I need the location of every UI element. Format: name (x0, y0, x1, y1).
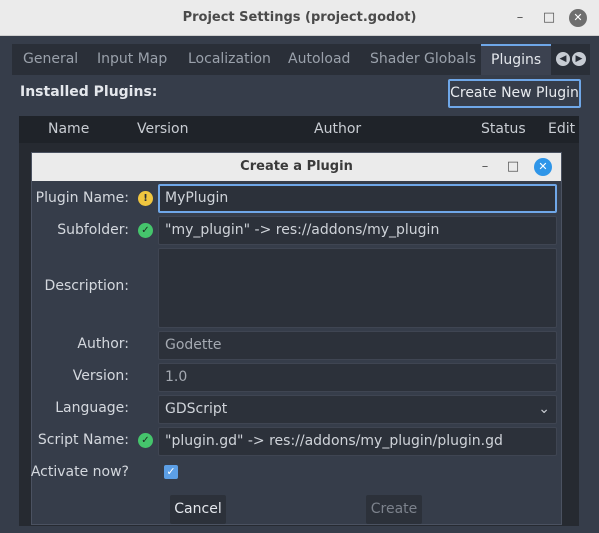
language-label: Language: (55, 400, 129, 416)
tab-shader-globals[interactable]: Shader Globals (370, 44, 476, 75)
cancel-button[interactable]: Cancel (170, 495, 226, 524)
tab-scroll-right-icon[interactable]: ▶ (572, 52, 586, 66)
tab-plugins[interactable]: Plugins (481, 44, 552, 75)
plugins-table-header: Name Version Author Status Edit (19, 116, 579, 143)
column-header-name[interactable]: Name (48, 121, 89, 137)
language-select-value: GDScript (165, 401, 228, 417)
installed-plugins-label: Installed Plugins: (20, 84, 158, 100)
description-textarea[interactable] (158, 248, 557, 328)
activate-now-label: Activate now? (30, 464, 129, 480)
script-name-input[interactable]: "plugin.gd" -> res://addons/my_plugin/pl… (158, 427, 557, 456)
subfolder-input[interactable]: "my_plugin" -> res://addons/my_plugin (158, 216, 557, 245)
version-input[interactable]: 1.0 (158, 363, 557, 392)
author-label: Author: (77, 336, 129, 352)
settings-tabbar: General Input Map Localization Autoload … (12, 44, 590, 75)
column-header-version[interactable]: Version (137, 121, 188, 137)
language-select[interactable]: GDScript ⌄ (158, 395, 557, 424)
window-titlebar: Project Settings (project.godot) – □ ✕ (0, 0, 599, 36)
tab-general[interactable]: General (23, 44, 78, 75)
dialog-maximize-icon[interactable]: □ (504, 158, 522, 176)
activate-now-checkbox[interactable]: ✓ (164, 465, 178, 479)
tab-autoload[interactable]: Autoload (288, 44, 350, 75)
dialog-body: Plugin Name: ! MyPlugin Subfolder: ✓ "my… (30, 181, 561, 524)
description-label: Description: (44, 278, 129, 294)
maximize-icon[interactable]: □ (540, 9, 558, 27)
chevron-down-icon: ⌄ (538, 401, 550, 417)
create-button[interactable]: Create (366, 495, 422, 524)
column-header-edit[interactable]: Edit (548, 121, 575, 137)
tab-scroll-left-icon[interactable]: ◀ (556, 52, 570, 66)
subfolder-label: Subfolder: (57, 222, 129, 238)
create-new-plugin-button[interactable]: Create New Plugin (448, 79, 581, 108)
minimize-icon[interactable]: – (511, 9, 529, 27)
tab-localization[interactable]: Localization (188, 44, 271, 75)
close-icon[interactable]: ✕ (569, 9, 587, 27)
tab-input-map[interactable]: Input Map (97, 44, 167, 75)
dialog-titlebar: Create a Plugin – □ ✕ (32, 153, 561, 181)
script-name-valid-icon: ✓ (138, 433, 153, 448)
plugin-name-input[interactable]: MyPlugin (158, 184, 557, 213)
author-input[interactable]: Godette (158, 331, 557, 360)
script-name-label: Script Name: (37, 432, 129, 448)
column-header-status[interactable]: Status (481, 121, 526, 137)
dialog-close-icon[interactable]: ✕ (534, 158, 552, 176)
create-plugin-dialog: Create a Plugin – □ ✕ Plugin Name: ! MyP… (31, 152, 562, 525)
subfolder-valid-icon: ✓ (138, 223, 153, 238)
window-title: Project Settings (project.godot) (182, 10, 417, 25)
dialog-minimize-icon[interactable]: – (476, 158, 494, 176)
plugin-name-label: Plugin Name: (35, 190, 129, 206)
column-header-author[interactable]: Author (314, 121, 361, 137)
version-label: Version: (72, 368, 129, 384)
warning-icon: ! (138, 191, 153, 206)
